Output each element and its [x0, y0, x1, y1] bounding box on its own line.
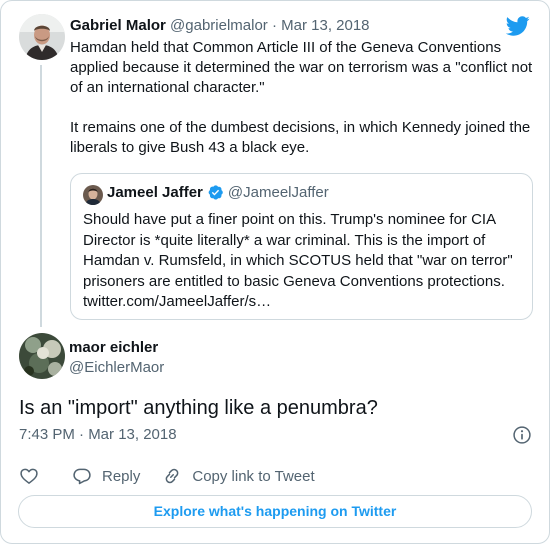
parent-author-handle[interactable]: @gabrielmalor: [170, 17, 268, 34]
quoted-author-handle: @JameelJaffer: [227, 184, 329, 201]
twitter-bird-icon[interactable]: [506, 14, 530, 38]
info-icon[interactable]: [512, 425, 532, 445]
copy-link-button[interactable]: Copy link to Tweet: [162, 466, 315, 486]
copy-link-label: Copy link to Tweet: [192, 467, 315, 485]
main-author-handle[interactable]: @EichlerMaor: [69, 359, 164, 376]
reply-label: Reply: [102, 467, 141, 485]
link-icon: [165, 468, 179, 484]
tweet-actions: Reply Copy link to Tweet: [19, 465, 337, 487]
parent-author-name[interactable]: Gabriel Malor: [70, 17, 166, 34]
quoted-tweet-text: Should have put a finer point on this. T…: [83, 211, 513, 310]
quoted-tweet[interactable]: Jameel Jaffer @JameelJaffer Should have …: [70, 173, 533, 320]
quoted-author-avatar: [83, 185, 103, 205]
like-button[interactable]: [19, 466, 39, 486]
header-separator: ·: [271, 17, 277, 34]
thread-connector-line: [40, 65, 42, 327]
parent-tweet-text: Hamdan held that Common Article III of t…: [70, 39, 533, 156]
main-author-avatar[interactable]: [19, 333, 65, 379]
quoted-author-name: Jameel Jaffer: [107, 184, 203, 201]
reply-button[interactable]: Reply: [72, 466, 140, 486]
heart-icon: [20, 468, 38, 484]
quoted-tweet-header: Jameel Jaffer @JameelJaffer: [107, 184, 329, 201]
main-author-name[interactable]: maor eichler: [69, 339, 158, 356]
verified-badge-icon: [208, 185, 223, 200]
parent-tweet-date[interactable]: Mar 13, 2018: [281, 17, 369, 34]
parent-author-avatar[interactable]: [19, 14, 65, 60]
tweet-timestamp[interactable]: 7:43 PM · Mar 13, 2018: [19, 426, 177, 443]
embedded-tweet-card: Gabriel Malor @gabrielmalor · Mar 13, 20…: [0, 0, 550, 544]
reply-icon: [73, 468, 91, 485]
main-tweet-text: Is an "import" anything like a penumbra?: [19, 397, 378, 419]
parent-tweet-header: Gabriel Malor @gabrielmalor · Mar 13, 20…: [70, 17, 370, 34]
explore-twitter-button[interactable]: Explore what's happening on Twitter: [18, 495, 532, 528]
